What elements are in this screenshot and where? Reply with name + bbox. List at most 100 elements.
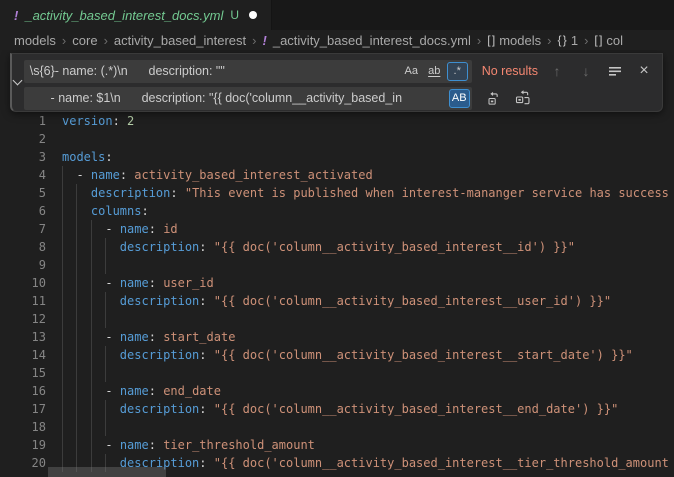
code-line-16[interactable]: 16 - name: end_date <box>0 382 674 400</box>
find-actions: ↑ ↓ × <box>538 61 654 81</box>
line-number: 14 <box>0 346 46 364</box>
replace-all-button[interactable] <box>513 88 533 108</box>
code-line-14[interactable]: 14 description: "{{ doc('column__activit… <box>0 346 674 364</box>
indent-guide <box>105 418 106 436</box>
code-line-13[interactable]: 13 - name: start_date <box>0 328 674 346</box>
find-row: \s{6}- name: (.*)\n description: "" Aaab… <box>24 59 654 83</box>
line-number: 3 <box>0 148 46 166</box>
breadcrumb-separator-icon: › <box>477 33 481 48</box>
toggle-replace-button[interactable] <box>12 54 24 111</box>
find-widget-body: \s{6}- name: (.*)\n description: "" Aaab… <box>24 54 662 111</box>
breadcrumb-separator-icon: › <box>62 33 66 48</box>
breadcrumb-item-models[interactable]: models <box>14 33 56 48</box>
code-text: description: "{{ doc('column__activity_b… <box>62 238 575 256</box>
whole-word-button[interactable]: ab <box>424 62 445 81</box>
line-number: 19 <box>0 436 46 454</box>
yaml-file-icon: ! <box>14 8 18 23</box>
code-line-15[interactable]: 15 <box>0 364 674 382</box>
tab-activity-based-interest-docs[interactable]: ! _activity_based_interest_docs.yml U <box>0 0 272 30</box>
breadcrumb-separator-icon: › <box>252 33 256 48</box>
line-number: 9 <box>0 256 46 274</box>
vscode-window: ! _activity_based_interest_docs.yml U mo… <box>0 0 674 477</box>
use-regex-button[interactable]: .* <box>447 62 468 81</box>
breadcrumb-label: 1 <box>571 33 578 48</box>
line-number: 11 <box>0 292 46 310</box>
code-line-7[interactable]: 7 - name: id <box>0 220 674 238</box>
code-line-10[interactable]: 10 - name: user_id <box>0 274 674 292</box>
indent-guide <box>62 310 63 328</box>
indent-guide <box>105 364 106 382</box>
find-status: No results <box>482 64 538 78</box>
breadcrumb-separator-icon: › <box>584 33 588 48</box>
code-line-5[interactable]: 5 description: "This event is published … <box>0 184 674 202</box>
tab-filename: _activity_based_interest_docs.yml <box>25 8 223 23</box>
indent-guide <box>62 364 63 382</box>
code-text: models: <box>62 148 113 166</box>
code-line-18[interactable]: 18 <box>0 418 674 436</box>
breadcrumb-separator-icon: › <box>104 33 108 48</box>
indent-guide <box>91 364 92 382</box>
code-text: columns: <box>62 202 149 220</box>
code-text: - name: end_date <box>62 382 221 400</box>
line-number: 8 <box>0 238 46 256</box>
breadcrumb-label: models <box>14 33 56 48</box>
close-find-button[interactable]: × <box>634 61 654 81</box>
breadcrumb-item-1[interactable]: { } 1 <box>557 33 578 48</box>
replace-input[interactable]: - name: $1\n description: "{{ doc('colum… <box>24 87 472 110</box>
find-in-selection-icon <box>608 64 622 78</box>
symbol-object-icon: { } <box>557 33 565 47</box>
code-text: description: "{{ doc('column__activity_b… <box>62 346 633 364</box>
breadcrumb-item-activity-based-interest[interactable]: activity_based_interest <box>114 33 246 48</box>
tab-bar: ! _activity_based_interest_docs.yml U <box>0 0 674 30</box>
breadcrumb-item-col[interactable]: [ ] col <box>594 33 623 48</box>
indent-guide <box>91 310 92 328</box>
find-query-text[interactable]: \s{6}- name: (.*)\n description: "" <box>24 64 401 78</box>
code-text: description: "This event is published wh… <box>62 184 669 202</box>
code-text: description: "{{ doc('column__activity_b… <box>62 400 618 418</box>
code-text: version: 2 <box>62 112 134 130</box>
indent-guide <box>62 418 63 436</box>
code-line-1[interactable]: 1version: 2 <box>0 112 674 130</box>
match-case-button[interactable]: Aa <box>401 62 422 81</box>
replace-button[interactable] <box>484 88 504 108</box>
code-line-9[interactable]: 9 <box>0 256 674 274</box>
code-area[interactable]: 1version: 223 models:4 - name: activity_b… <box>0 112 674 472</box>
code-line-19[interactable]: 19 - name: tier_threshold_amount <box>0 436 674 454</box>
replace-row: - name: $1\n description: "{{ doc('colum… <box>24 86 654 110</box>
code-line-12[interactable]: 12 <box>0 310 674 328</box>
code-line-11[interactable]: 11 description: "{{ doc('column__activit… <box>0 292 674 310</box>
breadcrumb-label: core <box>72 33 97 48</box>
replace-all-icon <box>515 90 531 106</box>
symbol-array-icon: [ ] <box>594 33 601 47</box>
indent-guide <box>91 418 92 436</box>
preserve-case-button[interactable]: AB <box>449 89 470 108</box>
code-line-2[interactable]: 2 <box>0 130 674 148</box>
replace-value-text[interactable]: - name: $1\n description: "{{ doc('colum… <box>24 91 449 105</box>
code-line-6[interactable]: 6 columns: <box>0 202 674 220</box>
editor-pane[interactable]: \s{6}- name: (.*)\n description: "" Aaab… <box>0 50 674 477</box>
breadcrumb-item-core[interactable]: core <box>72 33 97 48</box>
code-text: description: "{{ doc('column__activity_b… <box>62 292 611 310</box>
find-input[interactable]: \s{6}- name: (.*)\n description: "" Aaab… <box>24 60 472 83</box>
horizontal-scrollbar[interactable] <box>48 467 166 477</box>
breadcrumb-item--activity-based-interest-docs-yml[interactable]: !_activity_based_interest_docs.yml <box>263 33 471 48</box>
breadcrumb-label: activity_based_interest <box>114 33 246 48</box>
line-number: 15 <box>0 364 46 382</box>
replace-icon <box>486 91 501 106</box>
line-number: 5 <box>0 184 46 202</box>
breadcrumb-item-models[interactable]: [ ]models <box>487 33 541 48</box>
code-line-8[interactable]: 8 description: "{{ doc('column__activity… <box>0 238 674 256</box>
breadcrumb-separator-icon: › <box>547 33 551 48</box>
code-line-3[interactable]: 3 models: <box>0 148 674 166</box>
breadcrumb-label: col <box>606 33 623 48</box>
code-text: - name: start_date <box>62 328 235 346</box>
modified-dot-icon[interactable] <box>249 11 257 19</box>
next-match-button[interactable]: ↓ <box>576 61 596 81</box>
line-number: 12 <box>0 310 46 328</box>
line-number: 2 <box>0 130 46 148</box>
find-in-selection-button[interactable] <box>605 61 625 81</box>
code-line-17[interactable]: 17 description: "{{ doc('column__activit… <box>0 400 674 418</box>
previous-match-button[interactable]: ↑ <box>547 61 567 81</box>
code-line-4[interactable]: 4 - name: activity_based_interest_activa… <box>0 166 674 184</box>
breadcrumb-label: _activity_based_interest_docs.yml <box>273 33 471 48</box>
